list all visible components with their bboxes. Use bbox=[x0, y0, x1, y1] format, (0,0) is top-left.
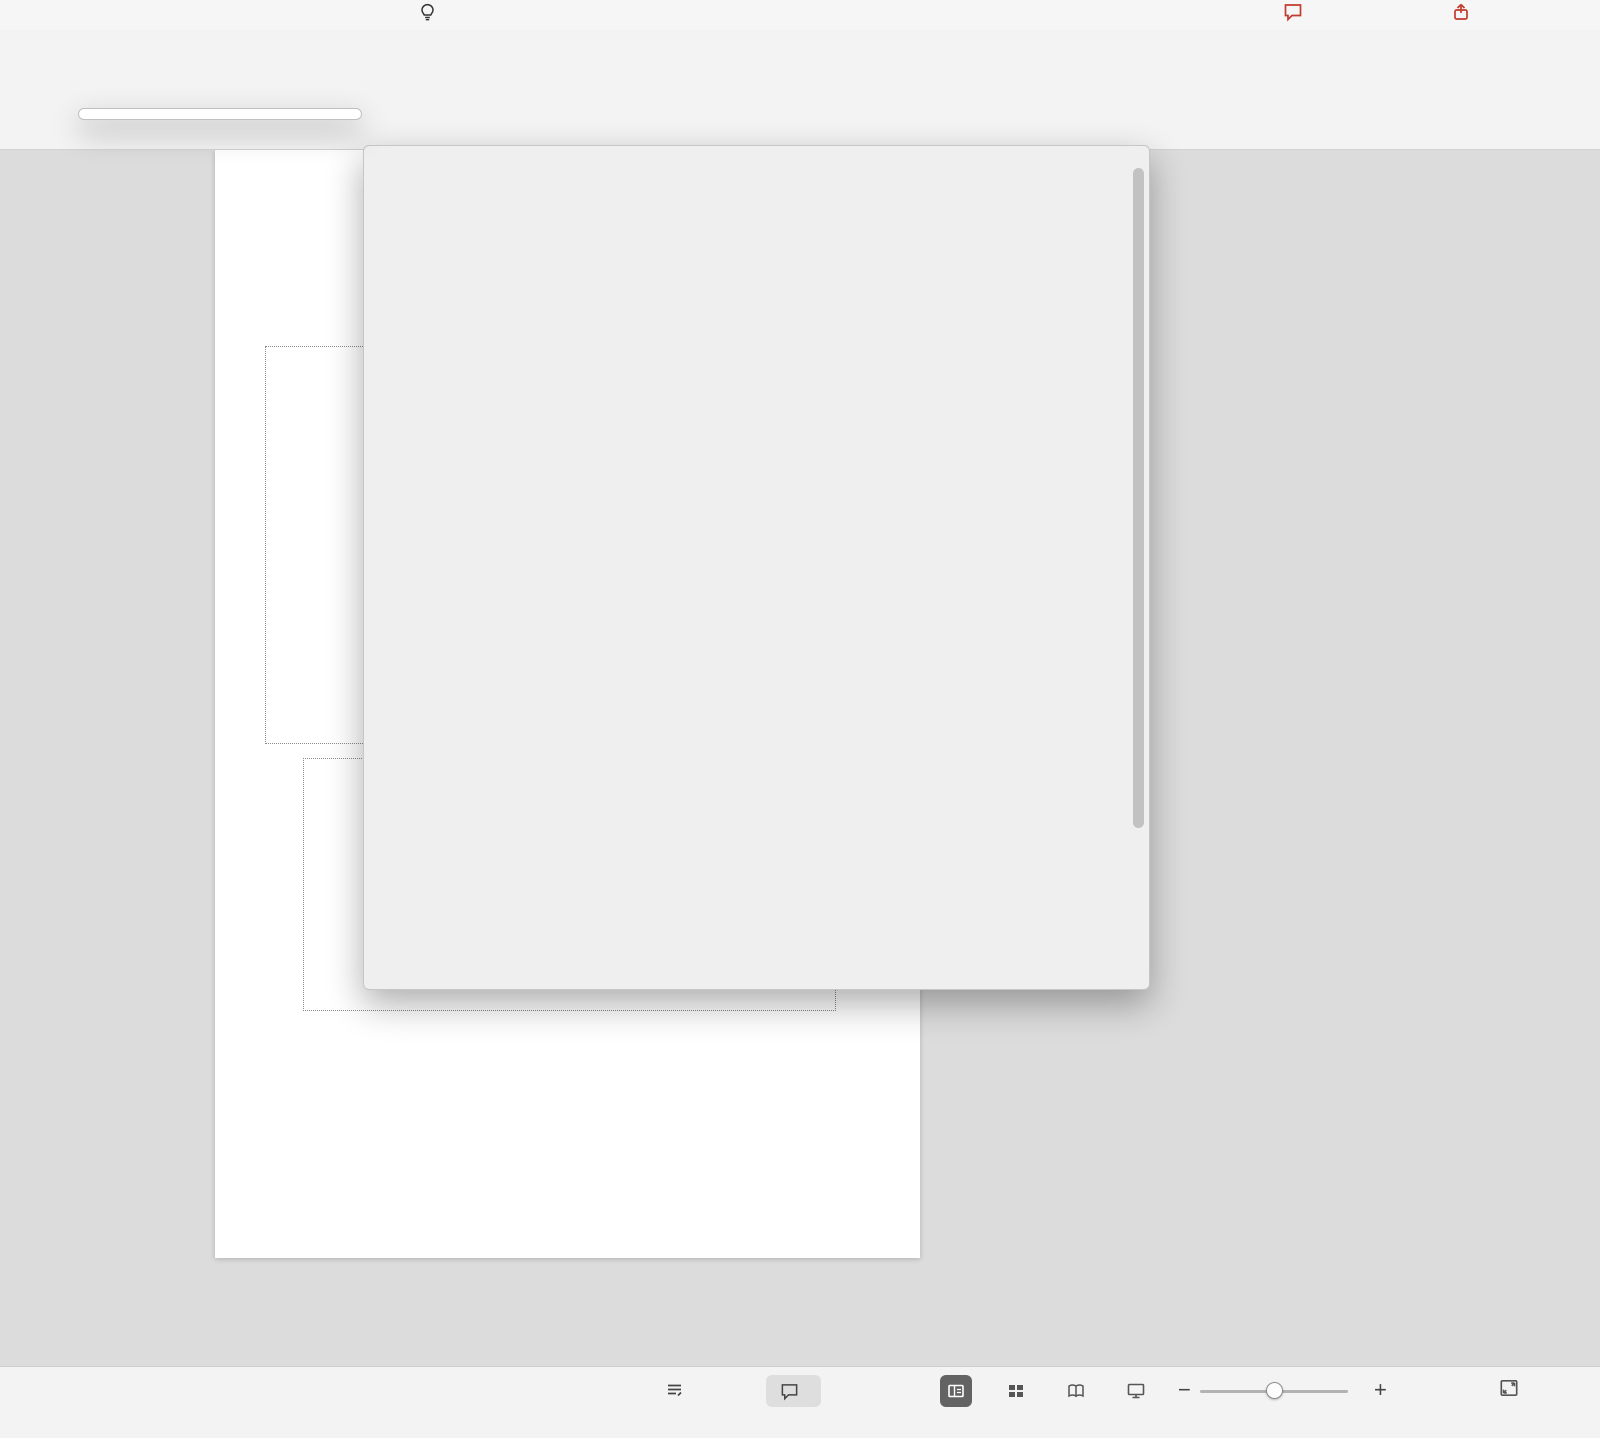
zoom-out-button[interactable]: − bbox=[1178, 1377, 1191, 1403]
share-button[interactable] bbox=[1452, 2, 1478, 22]
comment-bubble-icon bbox=[1283, 2, 1303, 22]
notes-button[interactable] bbox=[666, 1381, 691, 1399]
comments-button[interactable] bbox=[1283, 2, 1309, 22]
fit-to-window-icon bbox=[1498, 1377, 1520, 1399]
ribbon bbox=[0, 30, 1600, 150]
menubar-item-tell-me[interactable] bbox=[418, 3, 444, 22]
slide-sorter-icon bbox=[1006, 1381, 1026, 1401]
notes-icon bbox=[666, 1381, 684, 1399]
slide-sorter-view-button[interactable] bbox=[1000, 1375, 1032, 1407]
zoom-in-button[interactable]: + bbox=[1374, 1377, 1387, 1403]
lightbulb-icon bbox=[418, 3, 437, 22]
gallery-scrollbar[interactable] bbox=[1133, 154, 1145, 983]
menu-bar bbox=[0, 0, 1600, 30]
reading-view-button[interactable] bbox=[1060, 1375, 1092, 1407]
reading-view-icon bbox=[1066, 1381, 1086, 1401]
normal-view-icon bbox=[946, 1381, 966, 1401]
smartart-menu bbox=[78, 108, 362, 120]
share-icon bbox=[1452, 2, 1472, 22]
zoom-slider[interactable] bbox=[1200, 1381, 1348, 1401]
gallery-scrollbar-thumb[interactable] bbox=[1133, 168, 1144, 828]
statusbar-comments-button[interactable] bbox=[766, 1375, 821, 1407]
slideshow-icon bbox=[1126, 1381, 1146, 1401]
zoom-slider-knob[interactable] bbox=[1266, 1382, 1283, 1399]
slideshow-button[interactable] bbox=[1120, 1375, 1152, 1407]
smartart-gallery bbox=[363, 145, 1150, 990]
fit-to-window-button[interactable] bbox=[1498, 1377, 1520, 1404]
status-bar: − + bbox=[0, 1366, 1600, 1438]
comment-bubble-icon bbox=[780, 1382, 799, 1401]
normal-view-button[interactable] bbox=[940, 1375, 972, 1407]
